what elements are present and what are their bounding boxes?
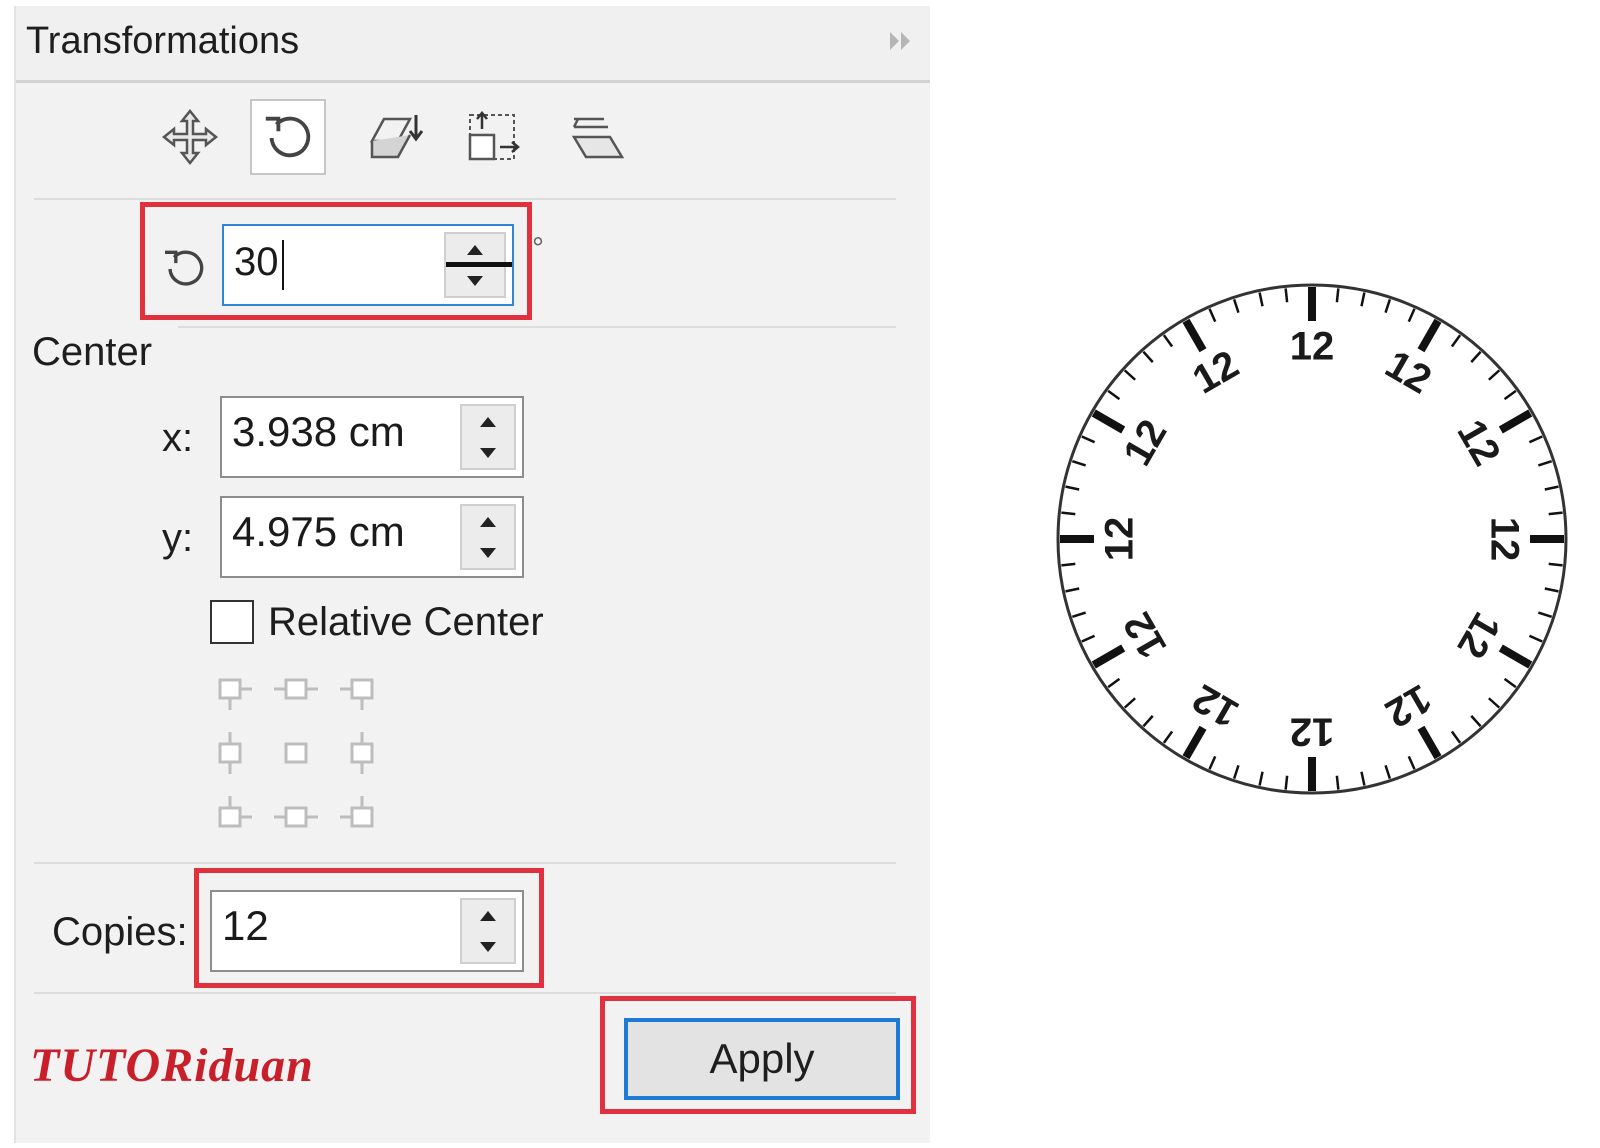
separator: [34, 862, 896, 864]
arrow-up-icon: [480, 416, 496, 427]
center-x-label: x:: [162, 416, 194, 460]
watermark-logo: TUTORiduan: [30, 1039, 314, 1092]
size-icon: [468, 111, 520, 161]
highlight-apply: [600, 996, 916, 1114]
minor-tick: [1335, 288, 1340, 303]
center-x-value: 3.938 cm: [232, 408, 405, 455]
arrow-down-icon: [480, 447, 496, 458]
center-heading: Center: [32, 330, 153, 374]
scale-mirror-icon: [369, 115, 424, 159]
dial-label: 12: [1098, 517, 1142, 562]
dial-label: 12: [1290, 709, 1335, 753]
center-y-value: 4.975 cm: [232, 508, 405, 555]
separator: [34, 198, 896, 200]
center-x-input[interactable]: 3.938 cm: [220, 396, 524, 478]
panel-header: Transformations: [16, 6, 930, 83]
center-y-input[interactable]: 4.975 cm: [220, 496, 524, 578]
rotate-tool-button[interactable]: [250, 99, 326, 175]
minor-tick: [1548, 511, 1563, 516]
center-y-spinner[interactable]: [460, 504, 516, 570]
relative-center-checkbox[interactable]: [210, 600, 254, 644]
minor-tick: [1284, 288, 1289, 303]
position-icon: [161, 108, 219, 166]
anchor-point-grid[interactable]: [212, 670, 392, 840]
highlight-rotation: [140, 202, 532, 320]
skew-icon: [571, 117, 624, 159]
transformations-panel: Transformations 30 ° Center x: 3.938 cm …: [14, 6, 930, 1143]
center-y-label: y:: [162, 516, 194, 560]
relative-center-label: Relative Center: [268, 600, 544, 644]
minor-tick: [1061, 562, 1076, 567]
arrow-up-icon: [480, 516, 496, 527]
collapse-panel-icon[interactable]: [886, 26, 916, 56]
position-tool-button[interactable]: [152, 99, 228, 175]
spin-up-button[interactable]: [462, 406, 514, 437]
scale-mirror-tool-button[interactable]: [356, 99, 432, 175]
copies-label: Copies:: [52, 910, 188, 954]
panel-title: Transformations: [26, 20, 300, 62]
degree-unit: °: [532, 232, 544, 265]
spin-down-button[interactable]: [462, 437, 514, 468]
minor-tick: [1284, 775, 1289, 790]
rotate-icon: [265, 116, 311, 158]
spin-up-button[interactable]: [462, 506, 514, 537]
dial-label: 12: [1482, 517, 1526, 562]
highlight-copies: [194, 868, 544, 988]
skew-tool-button[interactable]: [556, 99, 632, 175]
minor-tick: [1061, 511, 1076, 516]
minor-tick: [1548, 562, 1563, 567]
spin-down-button[interactable]: [462, 537, 514, 568]
dial-label: 12: [1290, 325, 1335, 369]
size-tool-button[interactable]: [454, 99, 530, 175]
minor-tick: [1335, 775, 1340, 790]
center-x-spinner[interactable]: [460, 404, 516, 470]
rotated-copies-dial: 12 1212121212121212121212: [1056, 283, 1568, 795]
separator: [178, 326, 896, 328]
arrow-down-icon: [480, 547, 496, 558]
separator: [34, 992, 896, 994]
